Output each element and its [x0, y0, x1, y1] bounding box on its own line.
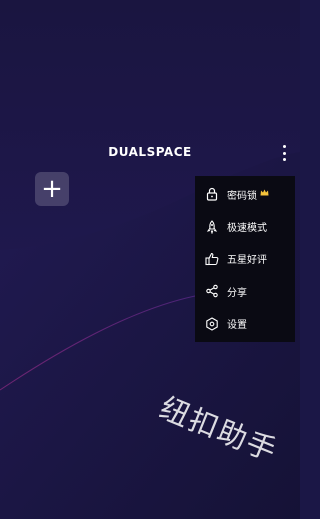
crown-icon: [260, 189, 269, 199]
share-icon: [205, 284, 219, 298]
menu-item-password-lock[interactable]: 密码锁: [195, 180, 295, 208]
menu-item-label: 分享: [227, 287, 247, 299]
more-options-icon[interactable]: [278, 145, 290, 161]
menu-item-settings[interactable]: 设置: [195, 310, 295, 338]
lock-icon: [205, 187, 219, 201]
menu-item-speed-mode[interactable]: 极速模式: [195, 213, 295, 241]
menu-item-label: 设置: [227, 320, 247, 332]
menu-item-label: 密码锁: [227, 190, 257, 202]
dot: [282, 145, 286, 148]
dot: [282, 158, 286, 161]
menu-item-five-star-review[interactable]: 五星好评: [195, 245, 295, 273]
menu-item-label: 五星好评: [227, 255, 267, 267]
plus-icon: +: [41, 174, 63, 204]
menu-item-share[interactable]: 分享: [195, 277, 295, 305]
rocket-icon: [205, 219, 219, 234]
menu-item-label: 极速模式: [227, 223, 267, 235]
settings-icon: [205, 317, 219, 331]
dropdown-menu: 密码锁 极速模式 五星好评 分享 设置: [195, 176, 295, 342]
dot: [282, 151, 286, 155]
add-app-button[interactable]: +: [35, 172, 69, 206]
thumbs-up-icon: [205, 252, 219, 266]
app-logo: DUALSPACE: [108, 145, 192, 159]
